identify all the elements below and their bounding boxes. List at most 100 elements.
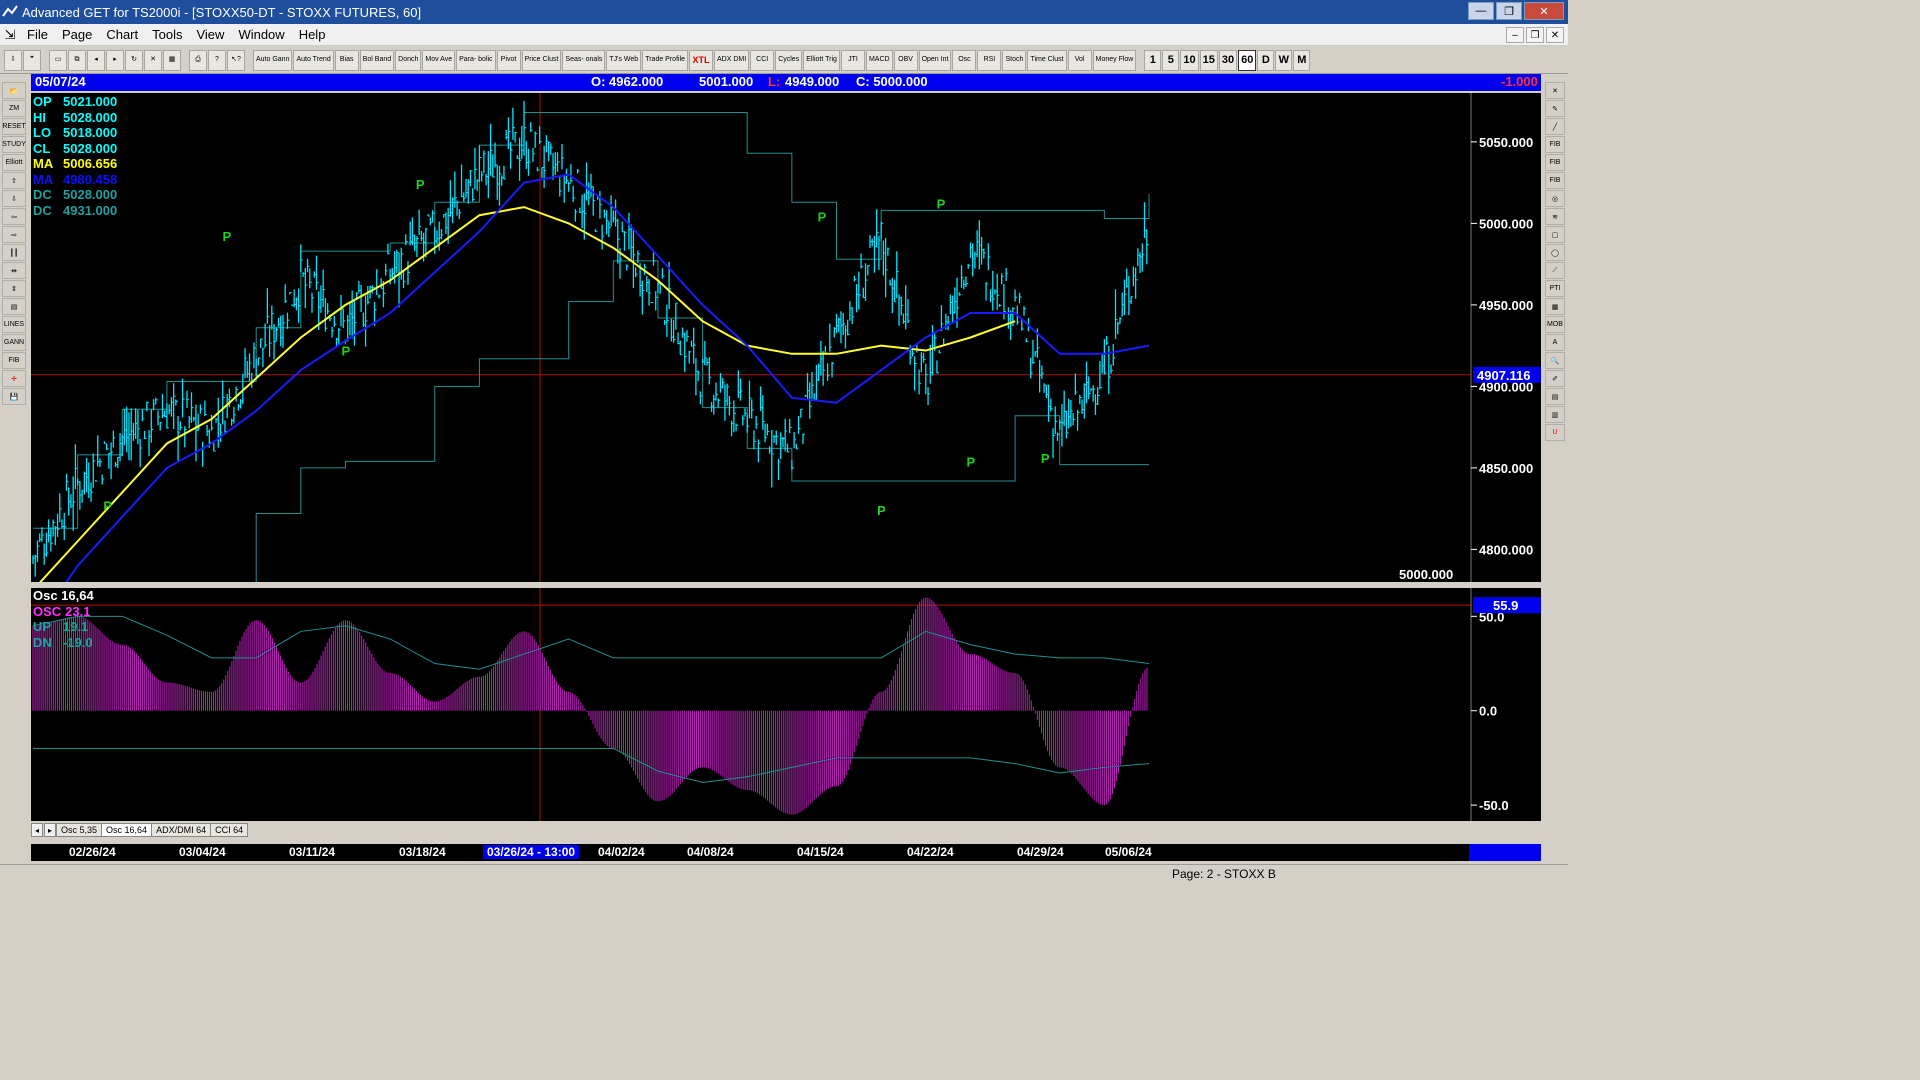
study-button-tj-s-web[interactable]: TJ's Web	[606, 49, 642, 71]
down-arrow-icon[interactable]: ⇩	[2, 190, 26, 207]
magnifier-icon[interactable]: 🔍	[1545, 352, 1565, 369]
up-arrow-icon[interactable]: ⇧	[2, 172, 26, 189]
zoom-out-icon[interactable]: ZM	[2, 100, 26, 117]
grid-icon[interactable]: ▦	[163, 49, 181, 71]
price-chart[interactable]: 5050.0005000.0004950.0004900.0004850.000…	[31, 93, 1541, 582]
forward-icon[interactable]: ▸	[106, 49, 124, 71]
magnet-icon[interactable]: U	[1545, 424, 1565, 441]
study-button-vol[interactable]: Vol	[1067, 49, 1092, 71]
study-button-donch[interactable]: Donch	[395, 49, 422, 71]
minimize-button[interactable]: —	[1468, 2, 1494, 20]
back-icon[interactable]: ◂	[87, 49, 105, 71]
context-help-icon[interactable]: ↖?	[227, 49, 245, 71]
interval-button-d[interactable]: D	[1257, 49, 1275, 71]
menu-file[interactable]: File	[20, 27, 55, 42]
study-button-jti[interactable]: JTI	[840, 49, 865, 71]
close-button[interactable]: ✕	[1524, 2, 1564, 20]
tab-cci-64[interactable]: CCI 64	[210, 823, 249, 837]
interval-button-30[interactable]: 30	[1218, 49, 1238, 71]
table-icon[interactable]: ▤	[2, 298, 26, 315]
pin-icon[interactable]: ⇩	[4, 49, 22, 71]
price-panel[interactable]: 5050.000 5000.000 4950.000 4900.000 4850.000…	[31, 93, 1541, 582]
study-button-elliott-trig[interactable]: Elliott Trig	[803, 49, 840, 71]
marker-icon[interactable]: ✐	[1545, 370, 1565, 387]
refresh-icon[interactable]: ↻	[125, 49, 143, 71]
tab-osc-16-64[interactable]: Osc 16,64	[101, 823, 153, 837]
study-button-seas-onals[interactable]: Seas- onals	[562, 49, 606, 71]
trendline-icon[interactable]: ╱	[1545, 118, 1565, 135]
interval-button-w[interactable]: W	[1275, 49, 1293, 71]
study-button-mov-ave[interactable]: Mov Ave	[422, 49, 456, 71]
grid-tool-icon[interactable]: ▦	[1545, 298, 1565, 315]
mdi-minimize-icon[interactable]: –	[1506, 27, 1524, 43]
left-arrow-icon[interactable]: ⇦	[2, 208, 26, 225]
interval-button-15[interactable]: 15	[1199, 49, 1218, 71]
menu-view[interactable]: View	[189, 27, 231, 42]
delete-icon[interactable]: ✕	[1545, 82, 1565, 99]
fan-icon[interactable]: ⟋	[1545, 262, 1565, 279]
copy-icon[interactable]: ⧉	[68, 49, 86, 71]
interval-button-5[interactable]: 5	[1162, 49, 1180, 71]
study-button-cycles[interactable]: Cycles	[775, 49, 803, 71]
study-button-price-clust[interactable]: Price Clust	[521, 49, 562, 71]
tab-scroll-left-icon[interactable]: ◂	[31, 823, 43, 837]
menu-window[interactable]: Window	[231, 27, 291, 42]
calc-icon[interactable]: ▥	[1545, 406, 1565, 423]
study-icon[interactable]: STUDY	[2, 136, 26, 153]
study-button-adx-dmi[interactable]: ADX DMI	[714, 49, 750, 71]
study-button-auto-trend[interactable]: Auto Trend	[293, 49, 334, 71]
tab-osc-5-35[interactable]: Osc 5,35	[56, 823, 103, 837]
menu-tools[interactable]: Tools	[145, 27, 189, 42]
pti-icon[interactable]: PTI	[1545, 280, 1565, 297]
print-icon[interactable]: ⎙	[189, 49, 207, 71]
study-button-pivot[interactable]: Pivot	[496, 49, 521, 71]
pencil-icon[interactable]: ✎	[1545, 100, 1565, 117]
channel-icon[interactable]: ≋	[1545, 208, 1565, 225]
box-icon[interactable]: ▢	[1545, 226, 1565, 243]
ellipse-icon[interactable]: ◯	[1545, 244, 1565, 261]
save-icon[interactable]: 💾	[2, 388, 26, 405]
oscillator-chart[interactable]: 50.00.0-50.055.9	[31, 588, 1541, 824]
fib-time-icon[interactable]: FIB	[1545, 172, 1565, 189]
data-table-icon[interactable]: ▤	[1545, 388, 1565, 405]
help-icon[interactable]: ?	[208, 49, 226, 71]
gann-icon[interactable]: GANN	[2, 334, 26, 351]
study-button-time-clust[interactable]: Time Clust	[1027, 49, 1067, 71]
study-button-open-int[interactable]: Open Int	[918, 49, 952, 71]
elliott-icon[interactable]: Elliott	[2, 154, 26, 171]
menu-chart[interactable]: Chart	[99, 27, 145, 42]
cancel-icon[interactable]: ✕	[144, 49, 162, 71]
fib-ext-icon[interactable]: FIB	[1545, 154, 1565, 171]
lines-icon[interactable]: LINES	[2, 316, 26, 333]
mdi-close-icon[interactable]: ✕	[1546, 27, 1564, 43]
study-button-bol-band[interactable]: Bol Band	[359, 49, 395, 71]
fib-ret-icon[interactable]: FIB	[1545, 136, 1565, 153]
study-button-rsi[interactable]: RSI	[977, 49, 1002, 71]
oscillator-panel[interactable]: 50.0 0.0 -50.0 55.9 Osc 16,64 OSC 23.1 UP 19.1 D…	[31, 588, 1541, 824]
study-button-obv[interactable]: OBV	[893, 49, 918, 71]
spiral-icon[interactable]: ◎	[1545, 190, 1565, 207]
tab-adx-dmi-64[interactable]: ADX/DMI 64	[151, 823, 212, 837]
doc-icon[interactable]: ⇲	[0, 27, 20, 43]
study-button-xtl[interactable]: XTL	[689, 49, 714, 71]
study-button-bias[interactable]: Bias	[334, 49, 359, 71]
study-button-auto-gann[interactable]: Auto Gann	[253, 49, 293, 71]
new-page-icon[interactable]: ▭	[49, 49, 67, 71]
interval-button-10[interactable]: 10	[1180, 49, 1199, 71]
crosshair-icon[interactable]: ✛	[2, 370, 26, 387]
open-folder-icon[interactable]: 📂	[2, 82, 26, 99]
study-button-stoch[interactable]: Stoch	[1002, 49, 1027, 71]
study-button-para-bolic[interactable]: Para- bolic	[456, 49, 496, 71]
study-button-cci[interactable]: CCI	[750, 49, 775, 71]
menu-help[interactable]: Help	[292, 27, 333, 42]
interval-button-m[interactable]: M	[1293, 49, 1311, 71]
fib-icon[interactable]: FIB	[2, 352, 26, 369]
reset-icon[interactable]: RESET	[2, 118, 26, 135]
tab-scroll-right-icon[interactable]: ▸	[44, 823, 56, 837]
study-button-trade-profile[interactable]: Trade Profile	[642, 49, 689, 71]
compress-icon[interactable]: ⇹	[2, 262, 26, 279]
study-button-osc[interactable]: Osc	[952, 49, 977, 71]
mob-icon[interactable]: MOB	[1545, 316, 1565, 333]
mdi-restore-icon[interactable]: ❐	[1526, 27, 1544, 43]
expand-icon[interactable]: ⇕	[2, 280, 26, 297]
